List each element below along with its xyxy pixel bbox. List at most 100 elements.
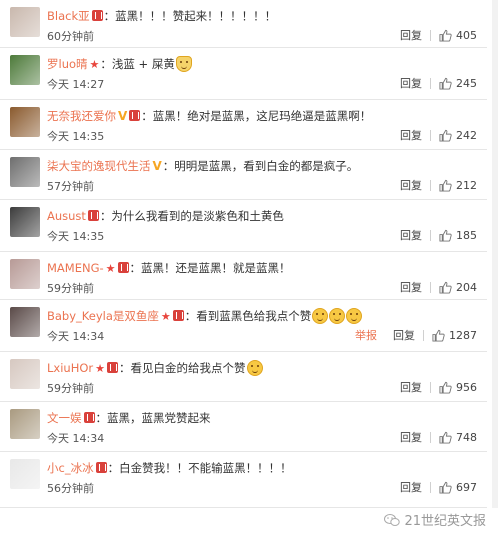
- star-icon: ★: [105, 262, 116, 275]
- avatar-dark-photo[interactable]: [10, 207, 40, 237]
- cry-emoji-icon: [346, 308, 363, 324]
- like-count: 185: [456, 228, 477, 242]
- username-link[interactable]: 柒大宝的逸现代生活: [47, 159, 151, 173]
- avatar-panda-photo[interactable]: [10, 459, 40, 489]
- username-link[interactable]: Baby_Keyla是双鱼座: [47, 309, 159, 323]
- thumbs-up-icon: [439, 229, 452, 242]
- cat-emoji-icon: [175, 56, 192, 72]
- comment-line: Baby_Keyla是双鱼座 ★ ：看到蓝黑色给我点个赞: [47, 308, 483, 325]
- like-button[interactable]: 956: [439, 381, 477, 394]
- thumbs-up-icon: [432, 329, 445, 342]
- member-badge-icon: [91, 10, 103, 21]
- cry-emoji-icon: [329, 308, 346, 324]
- divider: [430, 29, 431, 41]
- comment-actions: 回复 185: [400, 227, 477, 243]
- timestamp: 今天 14:34: [47, 432, 105, 445]
- avatar-street-photo[interactable]: [10, 157, 40, 187]
- avatar-brown-photo[interactable]: [10, 107, 40, 137]
- comment-actions: 举报 回复 1287: [355, 327, 477, 343]
- comment-line: 小c_冰冰 ：白金赞我！！不能输蓝黑！！！！: [47, 460, 483, 476]
- member-badge-icon: [83, 412, 95, 423]
- username-link[interactable]: 文一娱: [47, 411, 82, 425]
- member-badge-icon: [117, 262, 129, 273]
- comment-line: 无奈我还爱你 V ：蓝黑！绝对是蓝黑，这尼玛绝逼是蓝黑啊！: [47, 108, 483, 124]
- username-link[interactable]: 罗luo晴: [47, 57, 88, 71]
- reply-link[interactable]: 回复: [400, 177, 422, 193]
- comment-actions: 回复 748: [400, 429, 477, 445]
- divider: [430, 481, 431, 493]
- member-badge-icon: [95, 462, 107, 473]
- username-link[interactable]: Black亚: [47, 9, 90, 23]
- like-count: 242: [456, 128, 477, 142]
- like-button[interactable]: 405: [439, 29, 477, 42]
- timestamp: 今天 14:35: [47, 230, 105, 243]
- reply-link[interactable]: 回复: [400, 429, 422, 445]
- thumbs-up-icon: [439, 29, 452, 42]
- comment-item: 罗luo晴 ★：浅蓝 + 屎黄 今天 14:27 回复 245: [0, 48, 487, 100]
- like-count: 697: [456, 480, 477, 494]
- like-button[interactable]: 242: [439, 129, 477, 142]
- cry-emoji-icon: [312, 308, 329, 324]
- like-count: 956: [456, 380, 477, 394]
- divider: [430, 229, 431, 241]
- comment-actions: 回复 242: [400, 127, 477, 143]
- divider: [430, 431, 431, 443]
- avatar-girl-photo[interactable]: [10, 259, 40, 289]
- reply-link[interactable]: 回复: [400, 379, 422, 395]
- like-count: 1287: [449, 328, 477, 342]
- reply-link[interactable]: 回复: [400, 279, 422, 295]
- username-link[interactable]: MAMENG-: [47, 261, 104, 275]
- timestamp: 57分钟前: [47, 180, 94, 193]
- username-link[interactable]: 小c_冰冰: [47, 461, 94, 475]
- comment-text: ：蓝黑！！！赞起来！！！！！！: [103, 9, 277, 23]
- like-button[interactable]: 245: [439, 77, 477, 90]
- like-button[interactable]: 697: [439, 481, 477, 494]
- comment-item: Ausust ：为什么我看到的是淡紫色和土黄色 今天 14:35 回复 185: [0, 200, 487, 252]
- like-button[interactable]: 212: [439, 179, 477, 192]
- divider: [430, 77, 431, 89]
- verified-v-icon: V: [152, 159, 162, 173]
- comment-item: Black亚 ：蓝黑！！！赞起来！！！！！！ 60分钟前 回复 405: [0, 0, 487, 48]
- comment-item: Baby_Keyla是双鱼座 ★ ：看到蓝黑色给我点个赞今天 14:34 举报 回复 12…: [0, 300, 487, 352]
- avatar-woman-photo[interactable]: [10, 307, 40, 337]
- reply-link[interactable]: 回复: [400, 479, 422, 495]
- reply-link[interactable]: 回复: [400, 27, 422, 43]
- scrollbar[interactable]: [492, 0, 498, 508]
- like-button[interactable]: 748: [439, 431, 477, 444]
- divider: [430, 179, 431, 191]
- comment-text: ：看到蓝黑色给我点个赞: [184, 309, 312, 323]
- reply-link[interactable]: 回复: [400, 227, 422, 243]
- avatar-man-photo[interactable]: [10, 7, 40, 37]
- timestamp: 59分钟前: [47, 282, 94, 295]
- star-icon: ★: [95, 362, 105, 375]
- verified-v-icon: V: [118, 109, 128, 123]
- comment-line: MAMENG- ★ ：蓝黑！还是蓝黑！就是蓝黑！: [47, 260, 483, 277]
- like-button[interactable]: 204: [439, 281, 477, 294]
- watermark: 21世纪英文报: [384, 510, 486, 529]
- timestamp: 59分钟前: [47, 382, 94, 395]
- comment-actions: 回复 956: [400, 379, 477, 395]
- comment-line: 罗luo晴 ★：浅蓝 + 屎黄: [47, 56, 483, 73]
- thumbs-up-icon: [439, 129, 452, 142]
- report-link[interactable]: 举报: [355, 327, 377, 343]
- avatar-selfie-photo[interactable]: [10, 359, 40, 389]
- avatar-cat-photo[interactable]: [10, 409, 40, 439]
- timestamp: 今天 14:35: [47, 130, 105, 143]
- member-badge-icon: [107, 362, 118, 373]
- reply-link[interactable]: 回复: [400, 75, 422, 91]
- like-button[interactable]: 1287: [432, 329, 477, 342]
- thumbs-up-icon: [439, 179, 452, 192]
- timestamp: 今天 14:34: [47, 330, 105, 343]
- username-link[interactable]: Ausust: [47, 209, 86, 223]
- username-link[interactable]: LxiuHOr: [47, 361, 93, 375]
- like-count: 212: [456, 178, 477, 192]
- comment-text: ：浅蓝 + 屎黄: [100, 57, 175, 71]
- reply-link[interactable]: 回复: [400, 127, 422, 143]
- reply-link[interactable]: 回复: [393, 327, 415, 343]
- thumbs-up-icon: [439, 431, 452, 444]
- username-link[interactable]: 无奈我还爱你: [47, 109, 116, 123]
- avatar-green-photo[interactable]: [10, 55, 40, 85]
- comment-line: LxiuHOr ★ ：看见白金的给我点个赞: [47, 360, 483, 377]
- like-button[interactable]: 185: [439, 229, 477, 242]
- comment-item: 小c_冰冰 ：白金赞我！！不能输蓝黑！！！！ 56分钟前 回复 697: [0, 452, 487, 508]
